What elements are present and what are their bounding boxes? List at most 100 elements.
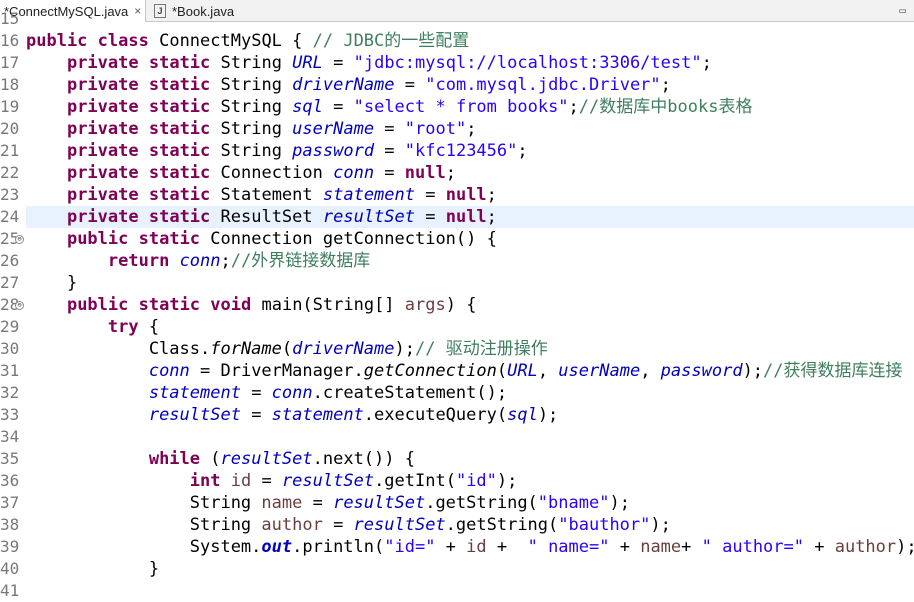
code-line[interactable]: System.out.println("id=" + id + " name="… bbox=[26, 536, 914, 558]
code-token: static bbox=[138, 229, 201, 249]
code-token: resultSet bbox=[333, 493, 426, 513]
code-line[interactable]: statement = conn.createStatement(); bbox=[26, 382, 914, 404]
code-line-current[interactable]: private static ResultSet resultSet = nul… bbox=[26, 206, 914, 228]
code-line[interactable]: String author = resultSet.getString("bau… bbox=[26, 514, 914, 536]
tab-connectmysql[interactable]: *ConnectMySQL.java × bbox=[0, 0, 146, 22]
code-line[interactable]: return conn;//外界链接数据库 bbox=[26, 250, 914, 272]
code-token: null bbox=[445, 185, 487, 205]
code-token: String bbox=[26, 493, 262, 513]
code-token: { bbox=[138, 317, 160, 337]
code-token: conn bbox=[148, 361, 190, 381]
code-token: resultSet bbox=[220, 449, 313, 469]
code-token: "bname" bbox=[537, 493, 610, 513]
tab-label: *Book.java bbox=[172, 3, 235, 19]
code-token: static bbox=[148, 207, 211, 227]
code-token: ( bbox=[281, 339, 293, 359]
code-token: password bbox=[660, 361, 743, 381]
code-token: statement bbox=[322, 185, 415, 205]
code-token: "kfc123456" bbox=[404, 141, 518, 161]
code-token: ); bbox=[896, 537, 914, 557]
code-token: getConnection bbox=[363, 361, 497, 381]
code-token: = bbox=[374, 163, 405, 183]
code-line[interactable]: public static void main(String[] args) { bbox=[26, 294, 914, 316]
code-line[interactable]: private static Statement statement = nul… bbox=[26, 184, 914, 206]
code-token: public bbox=[66, 229, 129, 249]
code-line[interactable]: public class ConnectMySQL { // JDBC的一些配置 bbox=[26, 30, 914, 52]
code-token: id bbox=[230, 471, 252, 491]
code-line[interactable]: public static Connection getConnection()… bbox=[26, 228, 914, 250]
code-editor[interactable]: 15 16 17 18 19 20 21 22 23 24 25 ⊖ 26 27 28 ⊖ 29 30 31 32 33… bbox=[0, 9, 914, 602]
code-line[interactable]: private static String sql = "select * fr… bbox=[26, 96, 914, 118]
code-token: ( bbox=[200, 449, 221, 469]
code-line[interactable]: String name = resultSet.getString("bname… bbox=[26, 492, 914, 514]
code-token: String bbox=[210, 97, 293, 117]
code-token: = bbox=[374, 119, 405, 139]
line-number: 35 bbox=[0, 449, 20, 468]
code-token: name bbox=[640, 537, 682, 557]
line-number: 22 bbox=[0, 163, 20, 182]
code-line[interactable]: } bbox=[26, 272, 914, 294]
line-number: 23 bbox=[0, 185, 20, 204]
line-number: 37 bbox=[0, 493, 20, 512]
line-number: 36 bbox=[0, 471, 20, 490]
code-token: private bbox=[66, 53, 139, 73]
code-line[interactable]: private static String driverName = "com.… bbox=[26, 74, 914, 96]
code-line[interactable]: private static Connection conn = null; bbox=[26, 162, 914, 184]
tab-book[interactable]: J *Book.java bbox=[150, 0, 290, 22]
code-token: + bbox=[804, 537, 835, 557]
code-token: ; bbox=[445, 163, 456, 183]
code-token: static bbox=[148, 163, 211, 183]
close-icon[interactable]: × bbox=[134, 4, 141, 18]
code-line[interactable]: Class.forName(driverName);// 驱动注册操作 bbox=[26, 338, 914, 360]
code-line[interactable]: resultSet = statement.executeQuery(sql); bbox=[26, 404, 914, 426]
line-number: 38 bbox=[0, 515, 20, 534]
fold-collapse-icon[interactable]: ⊖ bbox=[15, 235, 24, 244]
code-token: String bbox=[210, 141, 293, 161]
editor-tab-bar: *ConnectMySQL.java × J *Book.java ▭ bbox=[0, 0, 914, 22]
line-number: 41 bbox=[0, 581, 20, 600]
code-token: name bbox=[261, 493, 303, 513]
code-line[interactable]: while (resultSet.next()) { bbox=[26, 448, 914, 470]
code-token: //获得数据库连接 bbox=[763, 361, 903, 381]
code-token: .getString( bbox=[425, 493, 538, 513]
code-token: "bauthor" bbox=[558, 515, 651, 535]
code-token: ); bbox=[394, 339, 415, 359]
code-token: userName bbox=[558, 361, 641, 381]
code-token: Connection getConnection() { bbox=[200, 229, 497, 249]
code-token: // 驱动注册操作 bbox=[414, 339, 548, 359]
line-number: 20 bbox=[0, 119, 20, 138]
code-token: ; bbox=[466, 119, 477, 139]
code-token: Class. bbox=[26, 339, 211, 359]
code-token: } bbox=[26, 273, 78, 293]
minimize-icon[interactable]: ▭ bbox=[899, 0, 906, 22]
code-token: "id" bbox=[455, 471, 497, 491]
code-line[interactable]: int id = resultSet.getInt("id"); bbox=[26, 470, 914, 492]
code-token: = bbox=[322, 53, 354, 73]
code-area[interactable]: public class ConnectMySQL { // JDBC的一些配置… bbox=[26, 22, 914, 602]
code-token: public bbox=[26, 31, 88, 51]
code-line[interactable]: } bbox=[26, 558, 914, 580]
code-token: .executeQuery( bbox=[363, 405, 508, 425]
code-line[interactable]: private static String userName = "root"; bbox=[26, 118, 914, 140]
line-number: 32 bbox=[0, 383, 20, 402]
code-token: "com.mysql.jdbc.Driver" bbox=[425, 75, 661, 95]
code-line[interactable] bbox=[26, 426, 914, 448]
line-number: 16 bbox=[0, 31, 20, 50]
code-token: out bbox=[261, 537, 293, 557]
code-line[interactable]: private static String password = "kfc123… bbox=[26, 140, 914, 162]
code-line[interactable]: conn = DriverManager.getConnection(URL, … bbox=[26, 360, 914, 382]
code-token: "select * from books" bbox=[353, 97, 569, 117]
code-line[interactable]: private static String URL = "jdbc:mysql:… bbox=[26, 52, 914, 74]
code-token: = bbox=[394, 75, 426, 95]
line-number: 34 bbox=[0, 427, 20, 446]
fold-collapse-icon[interactable]: ⊖ bbox=[15, 301, 24, 310]
code-line[interactable]: try { bbox=[26, 316, 914, 338]
